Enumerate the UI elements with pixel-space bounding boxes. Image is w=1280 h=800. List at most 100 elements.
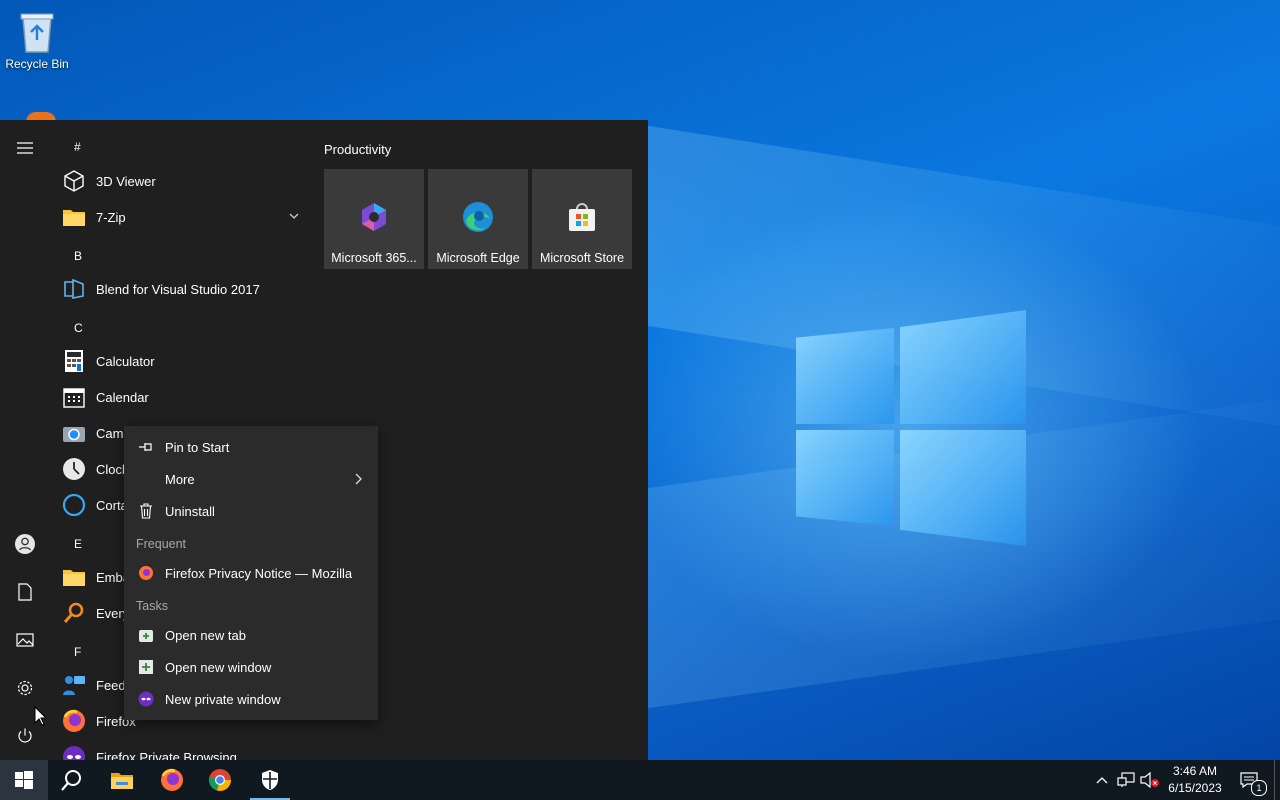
taskbar-chrome[interactable] bbox=[196, 760, 244, 800]
windows-icon bbox=[15, 771, 33, 789]
app-calendar[interactable]: Calendar bbox=[62, 379, 310, 415]
chrome-icon bbox=[209, 769, 231, 791]
tile-microsoft-365[interactable]: Microsoft 365... bbox=[324, 169, 424, 269]
app-3d-viewer[interactable]: 3D Viewer bbox=[62, 163, 310, 199]
network-icon bbox=[1117, 772, 1135, 787]
task-open-new-tab[interactable]: Open new tab bbox=[124, 620, 378, 650]
letter-header[interactable]: # bbox=[74, 140, 81, 154]
search-button[interactable] bbox=[48, 760, 96, 800]
clock-icon bbox=[62, 457, 86, 481]
windows-logo-pane-br bbox=[900, 430, 1026, 546]
new-tab-icon bbox=[136, 625, 156, 645]
power-icon bbox=[18, 728, 32, 743]
tile-microsoft-edge[interactable]: Microsoft Edge bbox=[428, 169, 528, 269]
show-desktop-button[interactable] bbox=[1274, 760, 1280, 800]
folder-icon bbox=[62, 205, 86, 229]
menu-item-label: More bbox=[165, 471, 195, 487]
new-window-icon bbox=[136, 657, 156, 677]
notification-badge: 1 bbox=[1251, 780, 1267, 796]
shield-icon bbox=[262, 770, 278, 790]
taskbar: 3:46 AM 6/15/2023 1 bbox=[0, 760, 1280, 800]
clock-date: 6/15/2023 bbox=[1168, 781, 1222, 795]
app-7-zip[interactable]: 7-Zip bbox=[62, 199, 310, 235]
tasks-header: Tasks bbox=[136, 599, 168, 613]
menu-item-pin-to-start[interactable]: Pin to Start bbox=[124, 432, 378, 462]
calendar-icon bbox=[62, 385, 86, 409]
app-label: Firefox Private Browsing bbox=[96, 749, 237, 761]
desktop-icon-label: Recycle Bin bbox=[5, 57, 69, 71]
menu-item-label: Open new tab bbox=[165, 627, 246, 643]
windows-logo-pane-tr bbox=[900, 310, 1026, 424]
tile-label: Microsoft Store bbox=[539, 251, 625, 265]
menu-item-more[interactable]: More bbox=[124, 464, 378, 494]
jump-item-privacy-notice[interactable]: Firefox Privacy Notice — Mozilla bbox=[124, 558, 378, 588]
search-icon bbox=[61, 770, 81, 791]
action-center-button[interactable]: 1 bbox=[1234, 760, 1267, 800]
pictures-icon bbox=[16, 633, 34, 647]
volume-button[interactable] bbox=[1138, 760, 1162, 800]
letter-header[interactable]: E bbox=[74, 537, 82, 551]
search-icon bbox=[62, 601, 86, 625]
menu-item-uninstall[interactable]: Uninstall bbox=[124, 496, 378, 526]
documents-button[interactable] bbox=[0, 572, 50, 612]
pictures-button[interactable] bbox=[0, 620, 50, 660]
app-label: Blend for Visual Studio 2017 bbox=[96, 281, 260, 297]
feedback-icon bbox=[62, 673, 86, 697]
menu-item-label: New private window bbox=[165, 691, 281, 707]
menu-item-label: Pin to Start bbox=[165, 439, 230, 455]
calculator-icon bbox=[62, 349, 86, 373]
firefox-icon bbox=[136, 563, 156, 583]
chevron-down-icon[interactable] bbox=[289, 213, 299, 220]
frequent-header: Frequent bbox=[136, 537, 187, 551]
desktop-icon-recycle-bin[interactable]: Recycle Bin bbox=[4, 8, 70, 71]
chevron-right-icon bbox=[355, 473, 362, 485]
gear-icon bbox=[17, 680, 33, 696]
folder-icon bbox=[111, 773, 133, 789]
firefox-icon bbox=[161, 768, 183, 791]
expand-menu-button[interactable] bbox=[0, 128, 50, 168]
taskbar-file-explorer[interactable] bbox=[98, 760, 146, 800]
tile-label: Microsoft 365... bbox=[331, 251, 417, 265]
private-browsing-icon bbox=[62, 745, 86, 760]
taskbar-security[interactable] bbox=[246, 760, 294, 800]
camera-icon bbox=[62, 421, 86, 445]
letter-header[interactable]: C bbox=[74, 321, 83, 335]
letter-header[interactable]: B bbox=[74, 249, 82, 263]
app-calculator[interactable]: Calculator bbox=[62, 343, 310, 379]
volume-muted-icon bbox=[1140, 772, 1159, 788]
clock[interactable]: 3:46 AM 6/15/2023 bbox=[1160, 763, 1230, 797]
blend-icon bbox=[62, 277, 86, 301]
mouse-cursor bbox=[34, 706, 46, 726]
app-label: 3D Viewer bbox=[96, 173, 156, 189]
private-browsing-icon bbox=[136, 689, 156, 709]
microsoft-365-icon bbox=[362, 203, 386, 231]
firefox-icon bbox=[62, 709, 86, 733]
trash-icon bbox=[136, 501, 156, 521]
context-menu: Pin to Start More Uninstall Frequent Fir… bbox=[124, 426, 378, 720]
task-open-new-window[interactable]: Open new window bbox=[124, 652, 378, 682]
tile-microsoft-store[interactable]: Microsoft Store bbox=[532, 169, 632, 269]
account-button[interactable] bbox=[0, 524, 50, 564]
pin-icon bbox=[136, 437, 156, 457]
cube-icon bbox=[62, 169, 86, 193]
tiles-group-title[interactable]: Productivity bbox=[324, 142, 391, 157]
app-label: 7-Zip bbox=[96, 209, 126, 225]
hamburger-icon bbox=[17, 142, 33, 154]
start-rail bbox=[0, 120, 50, 760]
user-icon bbox=[15, 534, 35, 554]
edge-icon bbox=[463, 202, 493, 232]
settings-button[interactable] bbox=[0, 668, 50, 708]
cortana-icon bbox=[62, 493, 86, 517]
show-hidden-icons-button[interactable] bbox=[1090, 760, 1114, 800]
windows-logo-pane-tl bbox=[796, 328, 894, 424]
folder-icon bbox=[62, 565, 86, 589]
start-button[interactable] bbox=[0, 760, 48, 800]
app-firefox-private[interactable]: Firefox Private Browsing bbox=[62, 739, 310, 760]
task-new-private-window[interactable]: New private window bbox=[124, 684, 378, 714]
menu-item-label: Open new window bbox=[165, 659, 272, 675]
app-blend[interactable]: Blend for Visual Studio 2017 bbox=[62, 271, 310, 307]
taskbar-firefox[interactable] bbox=[148, 760, 196, 800]
menu-item-label: Firefox Privacy Notice — Mozilla bbox=[165, 565, 353, 581]
network-button[interactable] bbox=[1114, 760, 1138, 800]
letter-header[interactable]: F bbox=[74, 645, 81, 659]
